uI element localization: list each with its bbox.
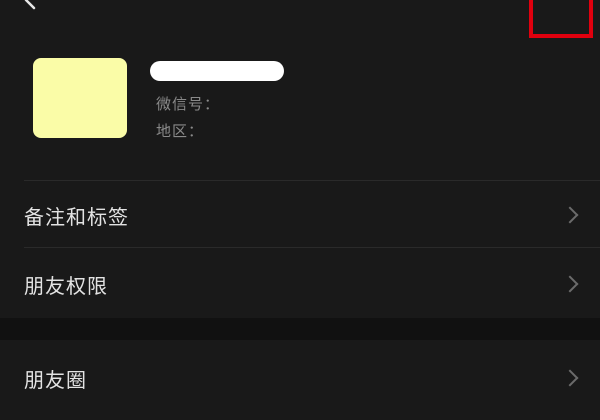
row-friend-permissions-label: 朋友权限	[24, 274, 108, 298]
row-remarks-tags[interactable]: 备注和标签	[0, 181, 600, 247]
chevron-right-icon	[561, 206, 579, 224]
wechat-id-label: 微信号：	[156, 95, 221, 113]
chevron-right-icon	[561, 275, 579, 293]
name-redaction	[150, 61, 284, 81]
row-moments-label: 朋友圈	[24, 368, 87, 392]
section-gap	[0, 318, 600, 340]
row-friend-permissions[interactable]: 朋友权限	[0, 248, 600, 318]
row-remarks-tags-label: 备注和标签	[24, 205, 129, 229]
back-button[interactable]	[14, 0, 44, 14]
row-moments[interactable]: 朋友圈	[0, 340, 600, 420]
region-label: 地区：	[156, 122, 205, 140]
contact-profile-screen: 微信号： 地区： 备注和标签 朋友权限 朋友圈	[0, 0, 600, 420]
more-options-button[interactable]	[529, 0, 593, 38]
avatar[interactable]	[33, 58, 127, 138]
chevron-left-icon	[24, 0, 36, 10]
chevron-right-icon	[561, 369, 579, 387]
